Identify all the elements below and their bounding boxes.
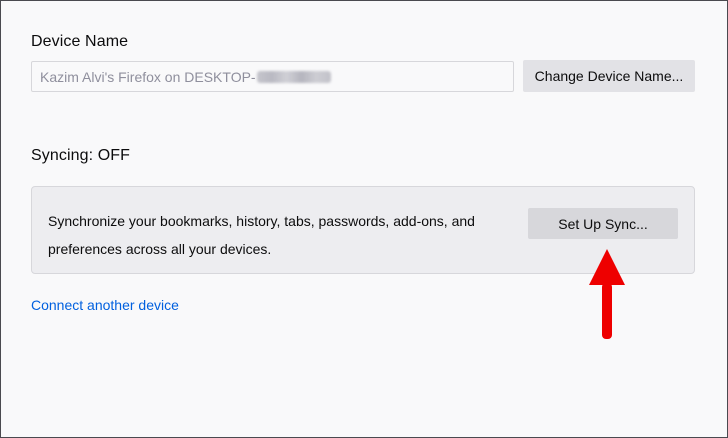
change-device-name-button[interactable]: Change Device Name... [523, 60, 695, 92]
device-name-value: Kazim Alvi's Firefox on DESKTOP- [40, 68, 256, 85]
red-arrow-annotation [589, 249, 625, 339]
sync-description: Synchronize your bookmarks, history, tab… [48, 213, 475, 257]
device-name-field[interactable]: Kazim Alvi's Firefox on DESKTOP- [31, 61, 514, 92]
device-name-heading: Device Name [31, 33, 129, 50]
set-up-sync-button[interactable]: Set Up Sync... [528, 208, 678, 239]
sync-settings-panel: Device Name Kazim Alvi's Firefox on DESK… [0, 0, 728, 438]
redacted-text [256, 70, 331, 83]
syncing-status-heading: Syncing: OFF [31, 147, 131, 164]
connect-another-device-link[interactable]: Connect another device [31, 297, 179, 313]
